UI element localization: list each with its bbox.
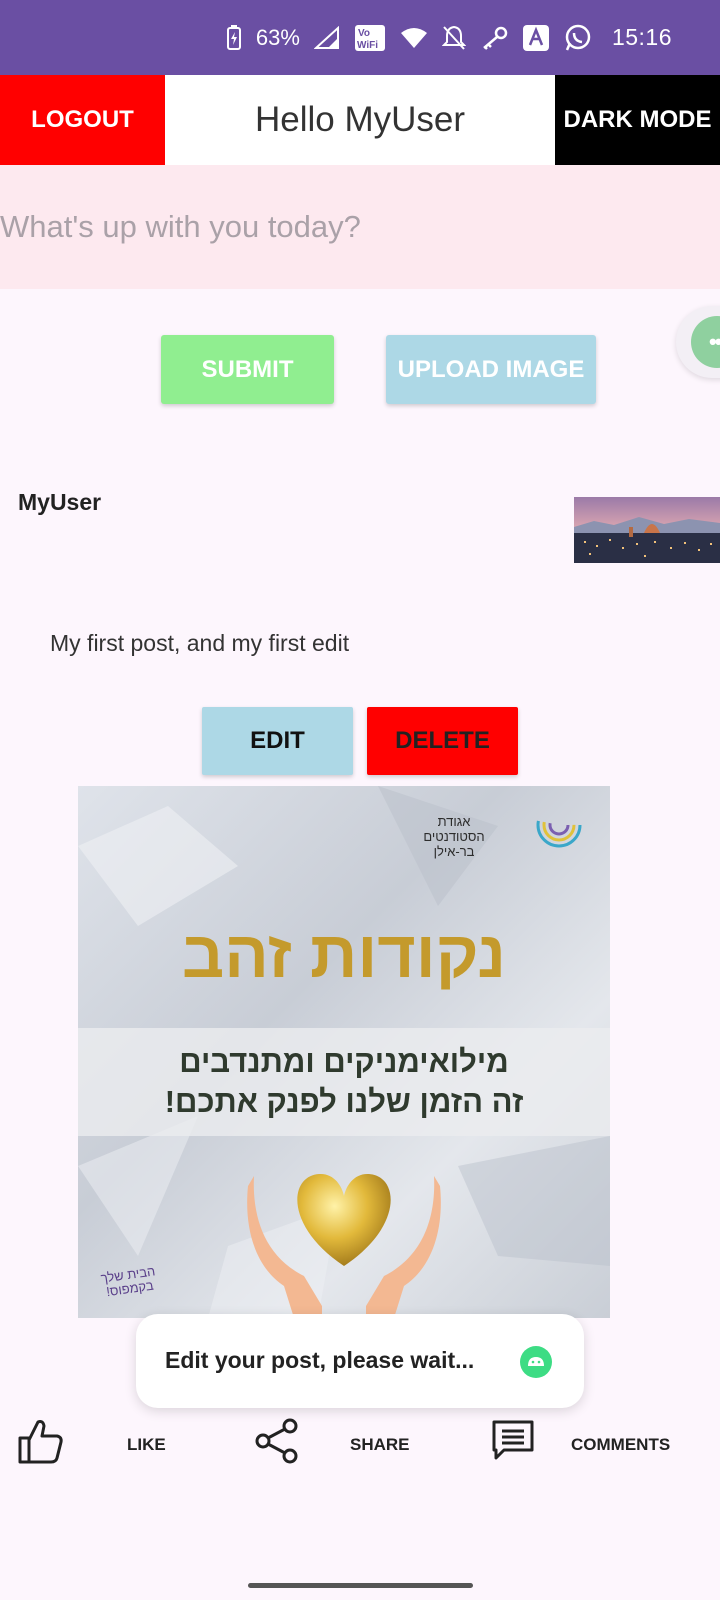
vowifi-icon: Vo WiFi <box>354 23 386 53</box>
floating-chat-bubble[interactable]: •• <box>676 306 720 378</box>
delete-button[interactable]: DELETE <box>367 707 518 775</box>
app-header: LOGOUT Hello MyUser DARK MODE <box>0 75 720 165</box>
more-dots-icon: •• <box>691 316 720 368</box>
like-label[interactable]: LIKE <box>127 1435 166 1455</box>
post-thumbnail-image[interactable] <box>574 497 720 563</box>
poster-title: נקודות זהב <box>182 917 506 991</box>
student-union-logo-icon <box>536 802 582 848</box>
post-text: My first post, and my first edit <box>50 630 350 656</box>
signal-icon <box>313 23 340 53</box>
composer <box>0 165 720 289</box>
vowifi-text-bottom: WiFi <box>357 40 378 51</box>
poster-org-line-1: אגודת <box>437 814 471 829</box>
poster-line-2: זה הזמן שלנו לפנק אתכם! <box>164 1084 524 1119</box>
vowifi-text-top: Vo <box>358 28 370 39</box>
share-icon[interactable] <box>254 1417 300 1470</box>
submit-button[interactable]: SUBMIT <box>161 335 334 404</box>
poster-line-1: מילואימניקים ומתנדבים <box>179 1044 509 1079</box>
poster-org-line-3: בר-אילן <box>433 844 475 859</box>
dark-mode-button[interactable]: DARK MODE <box>555 75 720 165</box>
whatsapp-icon <box>564 23 592 53</box>
logout-button[interactable]: LOGOUT <box>0 75 165 165</box>
poster-message: מילואימניקים ומתנדבים זה הזמן שלנו לפנק … <box>78 1028 610 1136</box>
edit-button[interactable]: EDIT <box>202 707 353 775</box>
poster-org-line-2: הסטודנטים <box>423 829 485 844</box>
wifi-icon <box>400 23 428 53</box>
clock: 15:16 <box>611 24 672 50</box>
toast-message: Edit your post, please wait... <box>136 1314 584 1408</box>
battery-percent: 63% <box>255 24 300 50</box>
battery-icon <box>226 23 242 53</box>
android-icon <box>520 1346 552 1378</box>
comments-label[interactable]: COMMENTS <box>571 1435 670 1455</box>
post-author: MyUser <box>18 489 102 515</box>
greeting-title: Hello MyUser <box>254 100 466 139</box>
key-icon <box>480 23 508 53</box>
share-label[interactable]: SHARE <box>350 1435 410 1455</box>
poster-org-name: אגודת הסטודנטים בר-אילן <box>394 814 514 859</box>
hands-with-heart-icon <box>247 1173 441 1318</box>
comments-icon[interactable] <box>490 1418 536 1467</box>
gesture-nav-handle[interactable] <box>248 1583 473 1588</box>
post-image[interactable]: אגודת הסטודנטים בר-אילן נקודות זהב מילוא… <box>78 786 610 1318</box>
like-icon[interactable] <box>16 1416 64 1471</box>
post-input[interactable] <box>0 165 720 289</box>
status-bar: 63% Vo WiFi 15:16 <box>0 0 720 75</box>
mute-icon <box>441 23 466 53</box>
upload-image-button[interactable]: UPLOAD IMAGE <box>386 335 596 404</box>
app-icon <box>522 23 550 53</box>
toast-text: Edit your post, please wait... <box>165 1347 475 1373</box>
